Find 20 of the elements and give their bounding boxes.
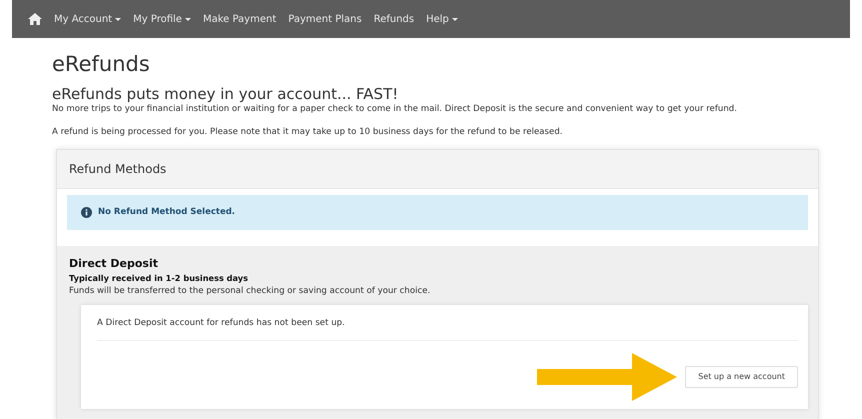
nav-link[interactable]: Payment Plans xyxy=(288,12,362,26)
info-icon xyxy=(81,206,92,218)
home-icon[interactable] xyxy=(28,13,42,25)
headline: eRefunds puts money in your account... FAST! xyxy=(52,85,400,104)
section-description: Funds will be transferred to the personal checking or saving account of your choice. xyxy=(69,284,432,298)
setup-account-button[interactable]: Set up a new account xyxy=(685,366,798,388)
page-title: eRefunds xyxy=(52,52,151,78)
nav-link[interactable]: My Account xyxy=(54,12,122,26)
card-header: Refund Methods xyxy=(57,150,818,189)
nav-link[interactable]: Help xyxy=(426,12,458,26)
section-title: Direct Deposit xyxy=(69,256,159,272)
status-text: A Direct Deposit account for refunds has not been set up. xyxy=(97,317,798,342)
section-subtitle: Typically received in 1-2 business days xyxy=(69,272,250,285)
alert-text: No Refund Method Selected. xyxy=(98,206,236,219)
nav-link[interactable]: Refunds xyxy=(374,12,414,26)
nav-link[interactable]: My Profile xyxy=(133,12,191,26)
intro-text: No more trips to your financial institution or waiting for a paper check to come in the mail. Direct Deposit is the secure and convenient way to get your refund. xyxy=(52,103,738,116)
arrow-icon xyxy=(537,353,678,402)
nav-link[interactable]: Make Payment xyxy=(202,12,276,26)
notice-text: A refund is being processed for you. Please note that it may take up to 10 business days for the refund to be released. xyxy=(52,126,564,139)
